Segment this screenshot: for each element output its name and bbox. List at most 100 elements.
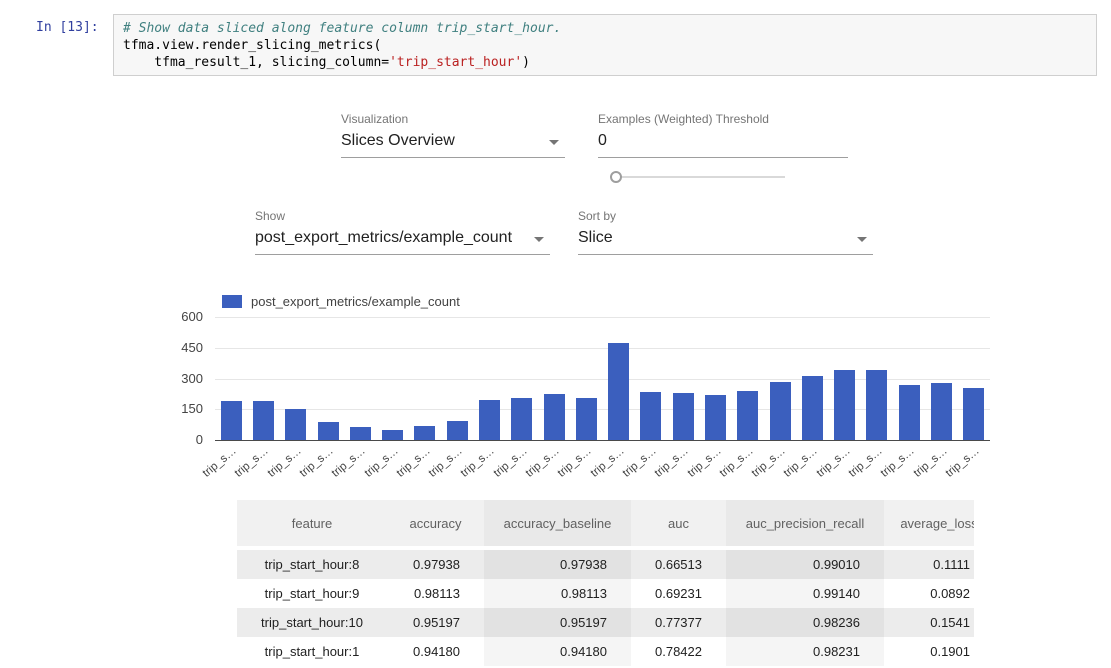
- threshold-value: 0: [598, 132, 607, 149]
- chevron-down-icon: [549, 140, 559, 145]
- feature-cell: trip_start_hour:10: [237, 608, 387, 637]
- metrics-table: featureaccuracyaccuracy_baselineaucauc_p…: [237, 500, 974, 666]
- gridline: [215, 317, 990, 318]
- metric-cell: 0.1111: [884, 550, 974, 579]
- bar[interactable]: [285, 409, 306, 440]
- bar[interactable]: [221, 401, 242, 440]
- metric-cell: 0.98113: [387, 579, 484, 608]
- column-header[interactable]: auc: [631, 500, 726, 550]
- visualization-field: Visualization Slices Overview: [341, 112, 565, 158]
- metric-cell: 0.94180: [387, 637, 484, 666]
- code-cell[interactable]: # Show data sliced along feature column …: [113, 14, 1097, 76]
- y-axis-tick: 300: [158, 371, 203, 386]
- bar[interactable]: [318, 422, 339, 440]
- column-header[interactable]: feature: [237, 500, 387, 550]
- column-header[interactable]: auc_precision_recall: [726, 500, 884, 550]
- show-value: post_export_metrics/example_count: [255, 229, 512, 246]
- metric-cell: 0.99140: [726, 579, 884, 608]
- bar[interactable]: [705, 395, 726, 440]
- bar[interactable]: [770, 382, 791, 440]
- bar[interactable]: [576, 398, 597, 440]
- metric-cell: 0.98236: [726, 608, 884, 637]
- column-header[interactable]: average_loss: [884, 500, 974, 550]
- metrics-table-wrap: featureaccuracyaccuracy_baselineaucauc_p…: [237, 500, 974, 668]
- column-header[interactable]: accuracy: [387, 500, 484, 550]
- feature-cell: trip_start_hour:1: [237, 637, 387, 666]
- table-row: trip_start_hour:90.981130.981130.692310.…: [237, 579, 974, 608]
- metric-cell: 0.69231: [631, 579, 726, 608]
- code-text: tfma_result_1, slicing_column=: [123, 55, 389, 70]
- metric-cell: 0.0892: [884, 579, 974, 608]
- sortby-select[interactable]: Slice: [578, 226, 873, 255]
- y-axis-tick: 150: [158, 401, 203, 416]
- bar[interactable]: [544, 394, 565, 440]
- metric-cell: 0.1541: [884, 608, 974, 637]
- threshold-label: Examples (Weighted) Threshold: [598, 112, 848, 126]
- bar[interactable]: [673, 393, 694, 440]
- chevron-down-icon: [857, 237, 867, 242]
- metric-cell: 0.1901: [884, 637, 974, 666]
- metric-cell: 0.77377: [631, 608, 726, 637]
- threshold-input[interactable]: 0: [598, 129, 848, 158]
- metric-cell: 0.98113: [484, 579, 631, 608]
- feature-cell: trip_start_hour:8: [237, 550, 387, 579]
- notebook-page: In [13]: # Show data sliced along featur…: [0, 0, 1111, 668]
- slider-track[interactable]: [622, 176, 785, 178]
- y-axis-tick: 0: [158, 432, 203, 447]
- bar[interactable]: [737, 391, 758, 440]
- bar[interactable]: [608, 343, 629, 440]
- threshold-slider[interactable]: [610, 171, 785, 183]
- show-label: Show: [255, 209, 550, 223]
- show-select[interactable]: post_export_metrics/example_count: [255, 226, 550, 255]
- chevron-down-icon: [534, 237, 544, 242]
- bar[interactable]: [963, 388, 984, 440]
- table-row: trip_start_hour:80.979380.979380.665130.…: [237, 550, 974, 579]
- code-comment: # Show data sliced along feature column …: [123, 21, 561, 36]
- y-axis-tick: 600: [158, 309, 203, 324]
- bar[interactable]: [802, 376, 823, 440]
- bar[interactable]: [447, 421, 468, 440]
- legend-label: post_export_metrics/example_count: [251, 294, 460, 309]
- code-text: tfma.view.render_slicing_metrics(: [123, 38, 381, 53]
- metric-cell: 0.98231: [726, 637, 884, 666]
- x-axis-line: [215, 440, 990, 441]
- bar[interactable]: [382, 430, 403, 440]
- bar[interactable]: [640, 392, 661, 440]
- visualization-value: Slices Overview: [341, 132, 455, 149]
- visualization-select[interactable]: Slices Overview: [341, 129, 565, 158]
- metric-cell: 0.94180: [484, 637, 631, 666]
- threshold-field: Examples (Weighted) Threshold 0: [598, 112, 848, 158]
- column-header[interactable]: accuracy_baseline: [484, 500, 631, 550]
- slider-thumb[interactable]: [610, 171, 622, 183]
- gridline: [215, 348, 990, 349]
- sortby-value: Slice: [578, 229, 613, 246]
- code-text: ): [522, 55, 530, 70]
- code-line: # Show data sliced along feature column …: [123, 20, 1087, 37]
- metric-cell: 0.66513: [631, 550, 726, 579]
- feature-cell: trip_start_hour:9: [237, 579, 387, 608]
- cell-prompt: In [13]:: [36, 20, 99, 35]
- bar[interactable]: [931, 383, 952, 440]
- bar[interactable]: [479, 400, 500, 440]
- table-row: trip_start_hour:10.941800.941800.784220.…: [237, 637, 974, 666]
- table-header-row: featureaccuracyaccuracy_baselineaucauc_p…: [237, 500, 974, 550]
- bar[interactable]: [866, 370, 887, 440]
- show-field: Show post_export_metrics/example_count: [255, 209, 550, 255]
- bar[interactable]: [834, 370, 855, 440]
- bar-chart: 0150300450600trip_s…trip_s…trip_s…trip_s…: [215, 317, 990, 440]
- legend-swatch: [222, 295, 242, 308]
- table-row: trip_start_hour:100.951970.951970.773770…: [237, 608, 974, 637]
- sortby-field: Sort by Slice: [578, 209, 873, 255]
- bar[interactable]: [253, 401, 274, 440]
- visualization-label: Visualization: [341, 112, 565, 126]
- metric-cell: 0.78422: [631, 637, 726, 666]
- bar[interactable]: [350, 427, 371, 440]
- bar[interactable]: [899, 385, 920, 440]
- sortby-label: Sort by: [578, 209, 873, 223]
- bar[interactable]: [414, 426, 435, 440]
- bar[interactable]: [511, 398, 532, 440]
- code-string: 'trip_start_hour': [389, 55, 522, 70]
- y-axis-tick: 450: [158, 340, 203, 355]
- metric-cell: 0.95197: [387, 608, 484, 637]
- metric-cell: 0.95197: [484, 608, 631, 637]
